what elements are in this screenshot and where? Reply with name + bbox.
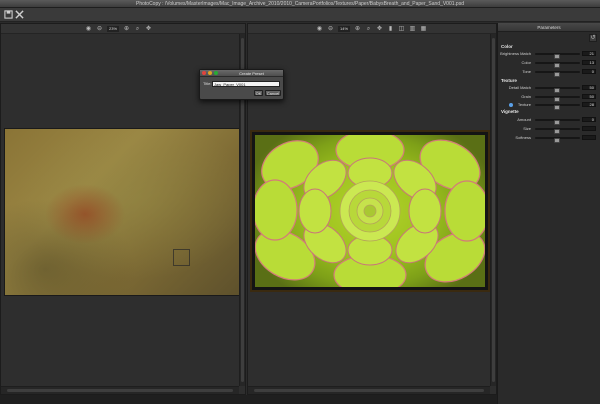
dialog-close-button[interactable]: [202, 71, 206, 75]
left-horizontal-scrollbar[interactable]: [1, 386, 239, 394]
dialog-minimize-button[interactable]: [208, 71, 212, 75]
param-label: Amount: [517, 117, 531, 122]
window-title: PhotoCopy : /Volumes/MasterImages/Mac_Im…: [136, 1, 464, 7]
param-slider-track[interactable]: [535, 119, 580, 125]
param-label: Size: [523, 126, 531, 131]
ok-button[interactable]: OK: [254, 90, 263, 96]
param-value[interactable]: 13: [582, 60, 596, 65]
status-strip: [0, 395, 497, 404]
zoom-out-icon[interactable]: ⊖: [96, 26, 103, 33]
dialog-zoom-button[interactable]: [214, 71, 218, 75]
param-value[interactable]: 50: [582, 85, 596, 90]
right-horizontal-scrollbar[interactable]: [248, 386, 490, 394]
create-preset-dialog: Create Preset Title: OK Cancel: [199, 69, 284, 100]
param-label: Grain: [521, 94, 531, 99]
dialog-title: Create Preset: [239, 71, 264, 76]
param-value[interactable]: 50: [582, 94, 596, 99]
view-grid-icon[interactable]: ▦: [420, 26, 427, 33]
preset-title-label: Title:: [203, 81, 212, 86]
param-size: Size: [498, 125, 600, 134]
param-slider-track[interactable]: [535, 137, 580, 143]
param-label: Brightness Match: [500, 51, 531, 56]
zoom-out-icon[interactable]: ⊖: [327, 26, 334, 33]
fit-icon[interactable]: ◉: [316, 26, 323, 33]
param-slider-track[interactable]: [535, 62, 580, 68]
param-label: Color: [521, 60, 531, 65]
texture-enable-checkbox[interactable]: [509, 103, 513, 107]
param-label: Softness: [515, 135, 531, 140]
param-slider-track[interactable]: [535, 128, 580, 134]
succulent-illustration: [255, 135, 485, 287]
param-amount: Amount 0: [498, 116, 600, 125]
param-slider-track[interactable]: [535, 53, 580, 59]
preset-title-input[interactable]: [212, 81, 280, 87]
view-single-icon[interactable]: ▮: [387, 26, 394, 33]
sample-region-marker[interactable]: [173, 249, 190, 266]
close-icon[interactable]: [14, 10, 24, 20]
param-slider-knob[interactable]: [554, 72, 560, 77]
param-detail-match: Detail Match 50: [498, 84, 600, 93]
param-slider-track[interactable]: [535, 87, 580, 93]
param-slider-track[interactable]: [535, 71, 580, 77]
zoom-in-icon[interactable]: ⊕: [123, 26, 130, 33]
pan-icon[interactable]: ✥: [145, 26, 152, 33]
dialog-titlebar: Create Preset: [200, 70, 283, 77]
param-label: Texture: [517, 102, 531, 107]
param-label: Tone: [522, 69, 531, 74]
left-zoom-value[interactable]: 23%: [107, 26, 120, 32]
right-zoom-value[interactable]: 14%: [338, 26, 351, 32]
succulent-photo[interactable]: [252, 132, 488, 290]
param-value[interactable]: [582, 135, 596, 140]
param-value[interactable]: 0: [582, 117, 596, 122]
param-value[interactable]: 0: [582, 69, 596, 74]
param-tone: Tone 0: [498, 68, 600, 77]
texture-image[interactable]: [4, 128, 240, 296]
param-grain: Grain 50: [498, 93, 600, 102]
param-slider-track[interactable]: [535, 104, 580, 110]
parameters-panel: Parameters ↺ Color Brightness Match 21 C…: [497, 23, 600, 404]
parameters-header: Parameters: [498, 23, 600, 32]
param-softness: Softness: [498, 134, 600, 143]
param-label: Detail Match: [508, 85, 531, 90]
param-value[interactable]: 21: [582, 51, 596, 56]
param-value[interactable]: 28: [582, 102, 596, 107]
param-slider-track[interactable]: [535, 96, 580, 102]
section-color: Color: [501, 44, 513, 49]
zoom-region-icon[interactable]: ⌕: [134, 26, 141, 33]
zoom-in-icon[interactable]: ⊕: [354, 26, 361, 33]
param-slider-knob[interactable]: [554, 138, 560, 143]
pan-icon[interactable]: ✥: [376, 26, 383, 33]
cancel-button[interactable]: Cancel: [265, 90, 281, 96]
reset-icon[interactable]: ↺: [589, 34, 597, 42]
param-value[interactable]: [582, 126, 596, 131]
section-vignette: Vignette: [501, 109, 519, 114]
main-toolbar: [0, 8, 600, 22]
window-titlebar: PhotoCopy : /Volumes/MasterImages/Mac_Im…: [0, 0, 600, 8]
right-pane-toolbar: ◉ ⊖ 14% ⊕ ⌕ ✥ ▮ ◫ ▥ ▦: [248, 24, 496, 34]
section-texture: Texture: [501, 78, 517, 83]
fit-icon[interactable]: ◉: [85, 26, 92, 33]
target-photo-pane: ◉ ⊖ 14% ⊕ ⌕ ✥ ▮ ◫ ▥ ▦: [247, 23, 497, 395]
param-texture: Texture 28: [498, 101, 600, 110]
param-color: Color 13: [498, 59, 600, 68]
right-vertical-scrollbar[interactable]: [490, 34, 496, 386]
save-icon[interactable]: [3, 10, 13, 20]
param-brightness-match: Brightness Match 21: [498, 50, 600, 59]
view-split-icon[interactable]: ◫: [398, 26, 405, 33]
left-pane-toolbar: ◉ ⊖ 23% ⊕ ⌕ ✥: [1, 24, 245, 34]
param-slider-knob[interactable]: [554, 105, 560, 110]
view-compare-icon[interactable]: ▥: [409, 26, 416, 33]
zoom-region-icon[interactable]: ⌕: [365, 26, 372, 33]
